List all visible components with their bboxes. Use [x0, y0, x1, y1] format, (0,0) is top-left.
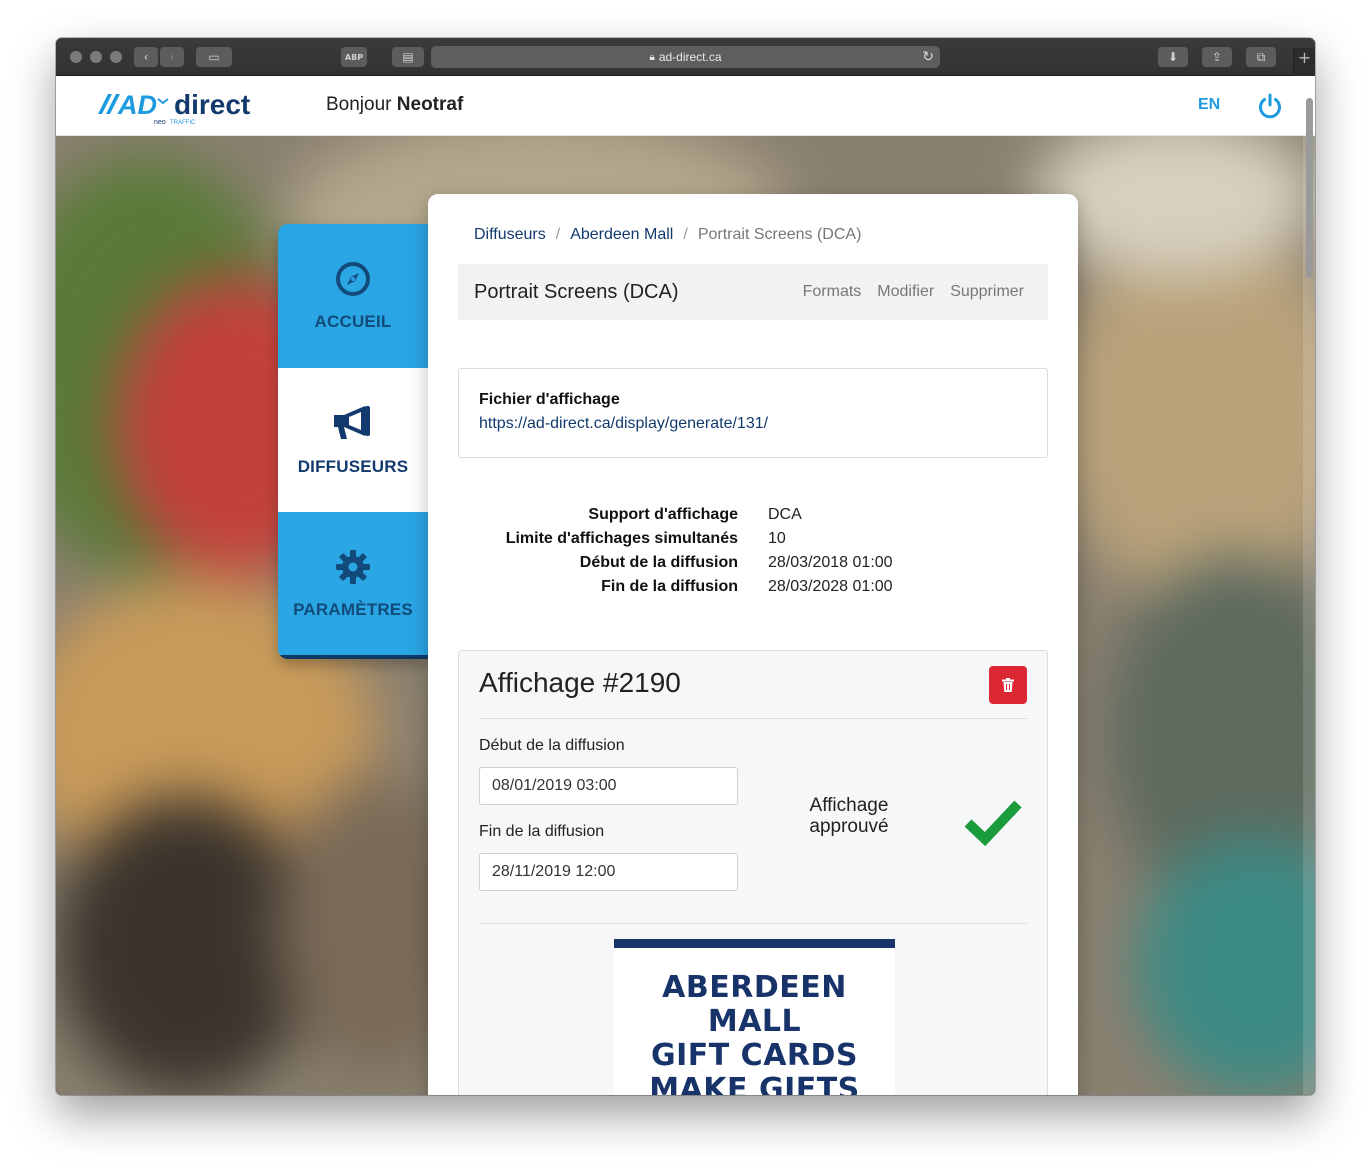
language-toggle[interactable]: EN	[1198, 96, 1220, 114]
gear-icon	[336, 550, 370, 584]
adblock-icon[interactable]: ABP	[341, 47, 367, 67]
spec-key: Support d'affichage	[588, 506, 738, 523]
greeting: Bonjour Neotraf	[326, 94, 463, 116]
breadcrumb-diffuseurs[interactable]: Diffuseurs	[474, 226, 546, 244]
new-tab-icon[interactable]: +	[1293, 48, 1315, 76]
breadcrumb-separator: /	[555, 226, 561, 243]
nav-label-accueil: ACCUEIL	[314, 312, 392, 331]
breadcrumb: Diffuseurs / Aberdeen Mall / Portrait Sc…	[474, 226, 861, 244]
browser-window: ‹ › ▭ ABP ▤ 🔒︎ ad-direct.ca ↻ ⬇ ⇪ ⧉ + AD…	[56, 38, 1315, 1095]
end-date-input[interactable]: 28/11/2019 12:00	[479, 853, 738, 891]
affichage-panel: Affichage #2190 Début de la diffusion 08…	[458, 650, 1048, 1095]
svg-text:AD: AD	[117, 90, 157, 120]
modifier-link[interactable]: Modifier	[877, 283, 934, 301]
approval-status: Affichage approuvé	[809, 795, 889, 837]
start-date-label: Début de la diffusion	[479, 737, 625, 754]
close-window-dot[interactable]	[70, 51, 82, 63]
location-title: Portrait Screens (DCA)	[474, 281, 679, 303]
nav-item-diffuseurs[interactable]: DIFFUSEURS	[278, 368, 428, 512]
sidebar-toggle-icon[interactable]: ▭	[196, 47, 232, 67]
display-file-url[interactable]: https://ad-direct.ca/display/generate/13…	[479, 415, 768, 433]
spec-row: Limite d'affichages simultanés 10	[458, 530, 1048, 554]
breadcrumb-aberdeen-mall[interactable]: Aberdeen Mall	[570, 226, 673, 244]
spec-key: Fin de la diffusion	[601, 578, 738, 595]
check-icon	[964, 800, 1022, 847]
svg-text:neo: neo	[154, 119, 166, 126]
delete-affichage-button[interactable]	[989, 666, 1027, 704]
spec-row: Début de la diffusion 28/03/2018 01:00	[458, 554, 1048, 578]
ad-direct-logo[interactable]: AD direct neo TRAFFIC	[96, 84, 271, 128]
divider	[479, 923, 1027, 924]
forward-icon[interactable]: ›	[160, 47, 184, 67]
breadcrumb-separator: /	[683, 226, 688, 243]
browser-toolbar: ‹ › ▭ ABP ▤ 🔒︎ ad-direct.ca ↻ ⬇ ⇪ ⧉ +	[56, 38, 1315, 76]
share-icon[interactable]: ⇪	[1202, 47, 1232, 67]
nav-label-parametres: PARAMÈTRES	[293, 600, 413, 619]
affichage-preview-image: ABERDEEN MALL GIFT CARDS MAKE GIFTS EASI…	[614, 939, 895, 1095]
formats-link[interactable]: Formats	[803, 283, 862, 301]
supprimer-link[interactable]: Supprimer	[950, 283, 1024, 301]
spec-value: DCA	[768, 506, 802, 523]
display-file-box: Fichier d'affichage https://ad-direct.ca…	[458, 368, 1048, 458]
address-bar[interactable]: 🔒︎ ad-direct.ca ↻	[431, 46, 940, 68]
download-icon[interactable]: ⬇	[1158, 47, 1188, 67]
location-title-bar: Portrait Screens (DCA) Formats Modifier …	[458, 264, 1048, 320]
nav-item-parametres[interactable]: PARAMÈTRES	[278, 512, 428, 656]
megaphone-icon	[334, 406, 370, 439]
power-icon[interactable]	[1256, 92, 1284, 120]
poster-top-bar	[614, 939, 895, 948]
lock-icon: 🔒︎	[649, 51, 655, 63]
page-viewport: AD direct neo TRAFFIC Bonjour Neotraf EN	[56, 76, 1315, 1095]
site-header: AD direct neo TRAFFIC Bonjour Neotraf EN	[56, 76, 1315, 136]
reader-icon[interactable]: ▤	[392, 47, 424, 67]
location-actions: Formats Modifier Supprimer	[803, 283, 1024, 301]
svg-text:direct: direct	[174, 89, 250, 120]
reload-icon[interactable]: ↻	[922, 48, 934, 65]
spec-value: 28/03/2028 01:00	[768, 578, 893, 595]
nav-bottom-border	[278, 655, 428, 659]
svg-text:TRAFFIC: TRAFFIC	[170, 120, 196, 126]
zoom-window-dot[interactable]	[110, 51, 122, 63]
compass-icon	[336, 262, 370, 296]
side-navigation: ACCUEIL DIFFUSEURS PARAMÈTRES	[278, 224, 428, 659]
display-file-heading: Fichier d'affichage	[479, 391, 620, 408]
main-card: Diffuseurs / Aberdeen Mall / Portrait Sc…	[428, 194, 1078, 1095]
breadcrumb-current: Portrait Screens (DCA)	[697, 226, 862, 243]
spec-row: Support d'affichage DCA	[458, 506, 1048, 530]
back-icon[interactable]: ‹	[134, 47, 158, 67]
spec-row: Fin de la diffusion 28/03/2028 01:00	[458, 578, 1048, 602]
affichage-title: Affichage #2190	[479, 667, 681, 698]
tabs-overview-icon[interactable]: ⧉	[1246, 47, 1276, 67]
trash-icon	[1002, 678, 1014, 692]
nav-item-accueil[interactable]: ACCUEIL	[278, 224, 428, 368]
start-date-input[interactable]: 08/01/2019 03:00	[479, 767, 738, 805]
scrollbar-thumb[interactable]	[1306, 98, 1313, 278]
end-date-label: Fin de la diffusion	[479, 823, 605, 840]
user-name: Neotraf	[396, 94, 464, 115]
page-scrollbar[interactable]	[1303, 76, 1315, 1095]
nav-label-diffuseurs: DIFFUSEURS	[297, 457, 409, 476]
greeting-prefix: Bonjour	[326, 94, 392, 115]
spec-value: 28/03/2018 01:00	[768, 554, 893, 571]
spec-key: Début de la diffusion	[579, 554, 738, 571]
divider	[479, 718, 1027, 719]
poster-text: ABERDEEN MALL GIFT CARDS MAKE GIFTS EASI…	[649, 970, 860, 1096]
address-url: ad-direct.ca	[658, 50, 722, 64]
spec-key: Limite d'affichages simultanés	[505, 530, 738, 547]
spec-value: 10	[768, 530, 786, 547]
minimize-window-dot[interactable]	[90, 51, 102, 63]
